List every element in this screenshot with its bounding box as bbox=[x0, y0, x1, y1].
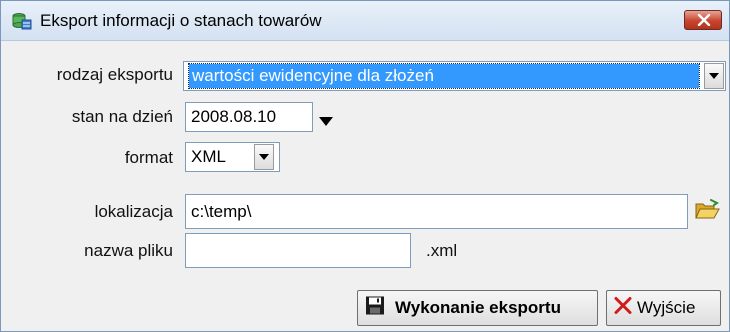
close-button[interactable] bbox=[684, 10, 722, 30]
format-label: format bbox=[124, 148, 173, 167]
date-input[interactable]: 2008.08.10 bbox=[185, 102, 313, 132]
export-dialog: Eksport informacji o stanach towarów rod… bbox=[0, 0, 730, 332]
folder-open-icon bbox=[695, 199, 720, 219]
location-value: c:\temp\ bbox=[191, 201, 252, 221]
location-label: lokalizacja bbox=[94, 202, 173, 221]
browse-folder-button[interactable] bbox=[695, 199, 721, 226]
file-extension-label: .xml bbox=[426, 241, 458, 260]
dialog-body: rodzaj eksportu wartości ewidencyjne dla… bbox=[1, 41, 729, 331]
export-type-dropdown-button[interactable] bbox=[704, 63, 724, 89]
close-icon bbox=[697, 14, 711, 26]
window-title: Eksport informacji o stanach towarów bbox=[40, 11, 322, 30]
export-type-value: wartości ewidencyjne dla złożeń bbox=[192, 66, 434, 85]
x-mark-icon bbox=[614, 297, 632, 320]
chevron-down-icon bbox=[709, 73, 719, 79]
exit-button-label: Wyjście bbox=[637, 298, 696, 317]
triangle-down-icon bbox=[319, 117, 333, 126]
floppy-disk-icon bbox=[365, 296, 385, 321]
location-input[interactable]: c:\temp\ bbox=[185, 194, 688, 229]
format-select[interactable]: XML bbox=[185, 142, 280, 172]
chevron-down-icon bbox=[259, 154, 269, 160]
date-picker-button[interactable] bbox=[319, 113, 333, 131]
format-dropdown-button[interactable] bbox=[254, 144, 274, 170]
date-value: 2008.08.10 bbox=[191, 107, 277, 126]
filename-label: nazwa pliku bbox=[84, 241, 173, 260]
export-button-label: Wykonanie eksportu bbox=[395, 298, 561, 317]
exit-button[interactable]: Wyjście bbox=[606, 290, 721, 326]
export-type-label: rodzaj eksportu bbox=[56, 65, 173, 84]
export-type-select[interactable]: wartości ewidencyjne dla złożeń bbox=[183, 61, 726, 91]
export-type-selected: wartości ewidencyjne dla złożeń bbox=[188, 63, 700, 89]
format-value: XML bbox=[191, 147, 226, 166]
export-button[interactable]: Wykonanie eksportu bbox=[357, 290, 598, 326]
filename-input[interactable] bbox=[185, 233, 411, 268]
title-bar[interactable]: Eksport informacji o stanach towarów bbox=[1, 1, 729, 41]
date-label: stan na dzień bbox=[71, 107, 173, 126]
database-app-icon bbox=[12, 12, 32, 30]
